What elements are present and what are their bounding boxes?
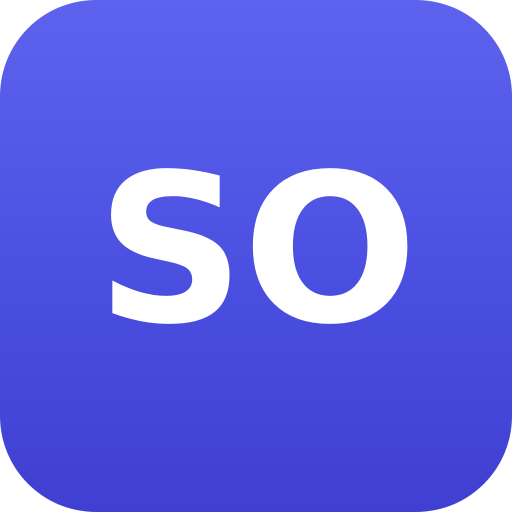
app-icon-tile: SO <box>0 0 512 512</box>
app-icon-monogram: SO <box>96 130 417 370</box>
app-icon-canvas: SO <box>0 0 512 512</box>
